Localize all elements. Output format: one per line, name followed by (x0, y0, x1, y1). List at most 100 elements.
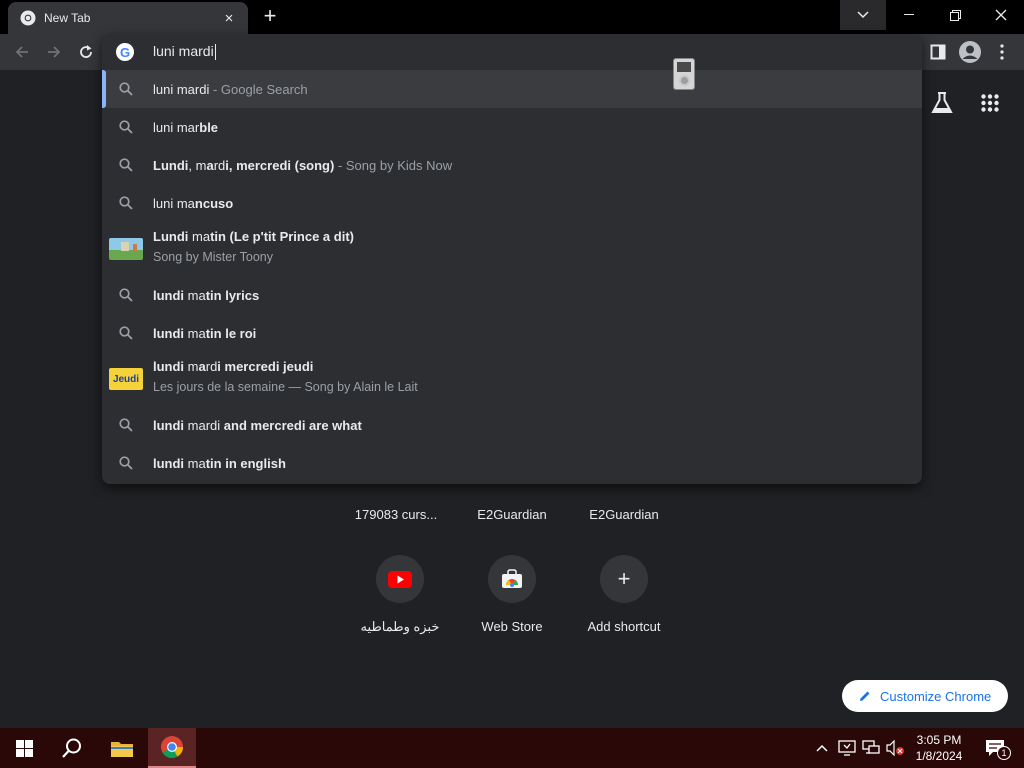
shortcut-label[interactable]: E2Guardian (568, 507, 680, 522)
suggestion-item[interactable]: lundi matin lyrics (102, 276, 922, 314)
search-icon (118, 455, 134, 471)
tab-strip: New Tab × + (0, 0, 1024, 34)
avatar-icon (959, 41, 981, 63)
search-icon (62, 738, 81, 758)
song-thumbnail: Jeudi (109, 368, 143, 390)
suggestion-text: Lundi matin (Le p'tit Prince a dit) (153, 229, 354, 244)
clock-date: 1/8/2024 (915, 749, 963, 763)
volume-muted-icon (886, 740, 904, 756)
suggestion-text-part: lundi (153, 326, 185, 341)
search-icon (118, 325, 134, 341)
chrome-taskbar-button[interactable] (148, 728, 196, 768)
shortcut-label[interactable]: خبزه وطماطيه (344, 619, 456, 635)
search-icon (118, 81, 134, 97)
suggestion-text-part: luni ma (153, 196, 195, 211)
taskbar: 3:05 PM 1/8/2024 1 (0, 728, 1024, 768)
suggestion-text-part: i, mercredi (song) (225, 158, 335, 173)
suggestion-text-part: Lundi (153, 229, 189, 244)
ipod-screen (677, 62, 691, 72)
suggestion-item[interactable]: lundi mardi and mercredi are what (102, 406, 922, 444)
suggestion-text-part: tin (Le p'tit Prince a dit) (210, 229, 354, 244)
volume-button[interactable] (884, 728, 906, 768)
suggestion-text-part: ma (184, 456, 206, 471)
address-text: luni mardi (153, 43, 214, 59)
reload-icon (80, 45, 92, 58)
suggestion-text-part: lundi (153, 288, 185, 303)
taskbar-clock[interactable]: 3:05 PM 1/8/2024 (908, 732, 970, 764)
suggestion-text: luni mardi - Google Search (153, 82, 308, 97)
minimize-button[interactable] (886, 0, 932, 30)
search-button[interactable] (48, 728, 96, 768)
chrome-icon (20, 10, 36, 26)
restore-button[interactable] (932, 0, 978, 30)
forward-button[interactable] (42, 40, 66, 64)
suggestion-text-part: a (198, 359, 206, 374)
suggestion-subtitle: Song by Mister Toony (153, 250, 273, 264)
back-button[interactable] (10, 40, 34, 64)
suggestion-item[interactable]: Lundi matin (Le p'tit Prince a dit) Song … (102, 222, 922, 276)
customize-chrome-button[interactable]: Customize Chrome (842, 680, 1008, 712)
search-icon (118, 195, 134, 211)
shortcut-label[interactable]: E2Guardian (456, 507, 568, 522)
suggestion-text-part: lundi (153, 456, 185, 471)
youtube-icon (388, 570, 412, 588)
search-icon (118, 119, 134, 135)
labs-button[interactable] (926, 87, 958, 119)
suggestion-item[interactable]: lundi matin le roi (102, 314, 922, 352)
google-apps-button[interactable] (974, 87, 1006, 119)
ipod-wheel (679, 75, 690, 86)
suggestion-text-part: luni mar (153, 120, 200, 135)
suggestion-suffix: - Song by Kids Now (334, 158, 453, 173)
suggestion-text-part: lundi (153, 418, 185, 433)
shortcut-label[interactable]: Web Store (456, 619, 568, 634)
address-bar[interactable]: G luni mardi (102, 34, 922, 70)
suggestion-text-part: ma (188, 229, 211, 244)
shortcut-label[interactable]: Add shortcut (568, 619, 680, 634)
suggestion-item[interactable]: luni mardi - Google Search (102, 70, 922, 108)
windows-icon (15, 739, 33, 757)
suggestion-text: luni marble (153, 120, 218, 135)
suggestion-text: lundi matin lyrics (153, 288, 259, 303)
notifications-button[interactable]: 1 (978, 728, 1012, 768)
monitor-shield-icon (838, 740, 856, 756)
google-icon: G (116, 43, 134, 61)
shortcut-web-store[interactable] (488, 555, 536, 603)
suggestion-text-part: luni mardi (153, 82, 210, 97)
shortcut-youtube[interactable] (376, 555, 424, 603)
suggestion-text-part: rd (213, 158, 226, 173)
address-input[interactable]: luni mardi (153, 43, 216, 61)
file-explorer-button[interactable] (98, 728, 146, 768)
suggestion-suffix: - Google Search (209, 82, 308, 97)
start-button[interactable] (0, 728, 48, 768)
profile-button[interactable] (958, 40, 982, 64)
suggestion-text-part: ma (184, 326, 206, 341)
suggestion-text: lundi mardi and mercredi are what (153, 418, 362, 433)
close-icon (995, 9, 1007, 21)
suggestion-text-part: tin lyrics (205, 288, 260, 303)
suggestion-item[interactable]: luni mancuso (102, 184, 922, 222)
suggestion-item[interactable]: luni marble (102, 108, 922, 146)
arrow-left-icon (15, 46, 28, 58)
close-window-button[interactable] (978, 0, 1024, 30)
tab-search-button[interactable] (840, 0, 886, 30)
suggestion-item[interactable]: Lundi, mardi, mercredi (song) - Song by … (102, 146, 922, 184)
tab-close-button[interactable]: × (220, 10, 238, 27)
show-hidden-icons-button[interactable] (812, 728, 832, 768)
customize-chrome-label: Customize Chrome (880, 688, 992, 704)
reload-button[interactable] (74, 40, 98, 64)
tab-new-tab[interactable]: New Tab × (8, 2, 248, 34)
text-caret (214, 44, 216, 61)
suggestion-item[interactable]: Jeudi lundi mardi mercredi jeudi Les jours… (102, 352, 922, 406)
shortcut-label[interactable]: 179083 curs... (340, 507, 452, 522)
side-panel-icon (930, 44, 946, 60)
network-button[interactable] (860, 728, 882, 768)
add-shortcut-button[interactable]: + (600, 555, 648, 603)
side-panel-button[interactable] (926, 40, 950, 64)
new-tab-button[interactable]: + (256, 5, 284, 29)
song-thumbnail (109, 238, 143, 260)
tray-app-icon[interactable] (836, 728, 858, 768)
menu-button[interactable] (990, 40, 1014, 64)
search-icon (118, 157, 134, 173)
suggestion-item[interactable]: lundi matin in english (102, 444, 922, 482)
suggestion-text-part: lundi (153, 359, 185, 374)
